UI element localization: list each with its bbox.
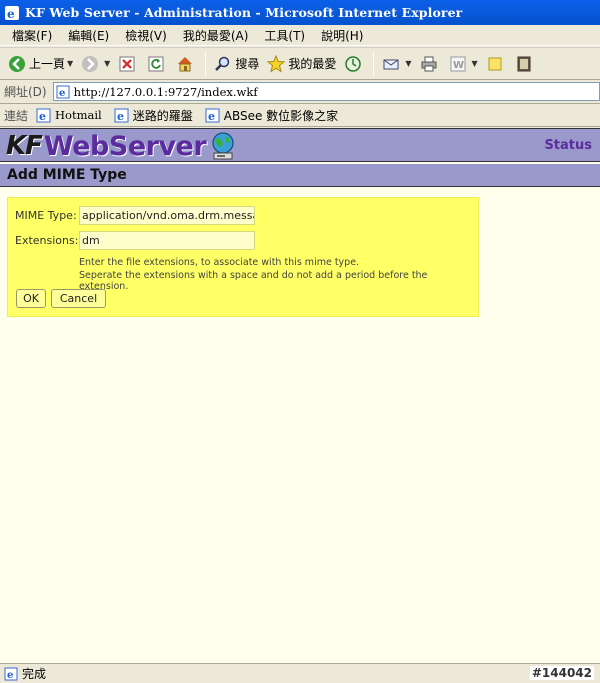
menu-bar: 檔案(F) 編輯(E) 檢視(V) 我的最愛(A) 工具(T) 說明(H)	[0, 25, 600, 46]
stop-icon	[118, 55, 136, 73]
forward-button[interactable]: ▼	[77, 51, 114, 77]
back-label: 上一頁	[29, 57, 66, 71]
forward-arrow-icon	[81, 55, 99, 73]
link-compass[interactable]: e 迷路的羅盤	[114, 107, 193, 124]
extensions-hint-line1: Enter the file extensions, to associate …	[79, 257, 360, 268]
svg-text:e: e	[117, 110, 124, 123]
word-icon: W	[449, 55, 467, 73]
cancel-button[interactable]: Cancel	[51, 289, 106, 308]
status-link[interactable]: Status	[544, 138, 592, 153]
svg-text:e: e	[39, 110, 46, 123]
link-absee[interactable]: e ABSee 數位影像之家	[205, 107, 338, 124]
menu-edit[interactable]: 編輯(E)	[60, 27, 117, 44]
book-icon	[515, 55, 533, 73]
refresh-button[interactable]	[143, 51, 172, 77]
globe-computer-icon	[212, 132, 234, 160]
mail-icon	[382, 55, 400, 73]
menu-tools[interactable]: 工具(T)	[256, 27, 313, 44]
menu-view[interactable]: 檢視(V)	[117, 27, 175, 44]
status-text: 完成	[22, 667, 47, 681]
link-label: Hotmail	[55, 108, 102, 122]
window-titlebar: e KF Web Server - Administration - Micro…	[0, 0, 600, 25]
mime-type-row: MIME Type: application/vnd.oma.drm.messa	[15, 206, 255, 225]
mime-type-label: MIME Type:	[15, 209, 77, 222]
add-mime-form: MIME Type: application/vnd.oma.drm.messa…	[7, 197, 479, 317]
dropdown-arrow-icon[interactable]: ▼	[472, 59, 478, 68]
mail-button[interactable]: ▼	[378, 51, 415, 77]
logo-webserver-text: WebServer	[43, 130, 207, 162]
internet-explorer-icon: e	[5, 5, 19, 21]
search-label: 搜尋	[235, 57, 260, 71]
home-icon	[176, 55, 194, 73]
address-label: 網址(D)	[4, 85, 47, 99]
link-label: 迷路的羅盤	[132, 108, 193, 123]
home-button[interactable]	[172, 51, 201, 77]
search-button[interactable]: 搜尋	[210, 51, 263, 77]
browser-toolbar: 上一頁 ▼ ▼ 搜尋 我的最愛 ▼ W ▼	[0, 47, 600, 80]
ok-button[interactable]: OK	[16, 289, 46, 308]
history-icon	[344, 55, 362, 73]
menu-file[interactable]: 檔案(F)	[4, 27, 60, 44]
menu-help[interactable]: 說明(H)	[313, 27, 371, 44]
favorites-button[interactable]: 我的最愛	[263, 51, 340, 77]
svg-text:e: e	[59, 88, 65, 99]
extensions-hint-line2: Seperate the extensions with a space and…	[79, 270, 428, 292]
site-header: KF WebServer Status	[0, 128, 600, 162]
printer-icon	[420, 55, 438, 73]
svg-text:e: e	[208, 110, 215, 123]
refresh-icon	[147, 55, 165, 73]
history-button[interactable]	[340, 51, 369, 77]
kf-webserver-logo[interactable]: KF WebServer	[6, 130, 238, 162]
research-button[interactable]	[511, 51, 540, 77]
links-label: 連結	[4, 108, 29, 123]
address-bar: 網址(D) e http://127.0.0.1:9727/index.wkf	[0, 80, 600, 104]
links-bar: 連結 e Hotmail e 迷路的羅盤 e ABSee 數位影像之家	[0, 104, 600, 127]
link-label: ABSee 數位影像之家	[223, 108, 339, 123]
page-icon: e	[114, 108, 129, 123]
link-hotmail[interactable]: e Hotmail	[36, 108, 102, 123]
svg-text:e: e	[7, 670, 13, 681]
status-bar: e 完成 #144042	[0, 663, 600, 683]
search-icon	[214, 55, 232, 73]
section-header: Add MIME Type	[0, 164, 600, 187]
menu-favorites[interactable]: 我的最愛(A)	[175, 27, 257, 44]
extensions-label: Extensions:	[15, 234, 79, 247]
svg-text:e: e	[7, 7, 15, 21]
dropdown-arrow-icon[interactable]: ▼	[104, 59, 110, 68]
toolbar-separator	[205, 51, 207, 76]
note-icon	[486, 55, 504, 73]
section-title: Add MIME Type	[7, 167, 127, 183]
mime-type-input[interactable]: application/vnd.oma.drm.messa	[79, 206, 255, 225]
dropdown-arrow-icon[interactable]: ▼	[405, 59, 411, 68]
back-button[interactable]: 上一頁 ▼	[4, 51, 77, 77]
page-content: KF WebServer Status Add MIME Type MIME T…	[0, 128, 600, 663]
star-icon	[267, 54, 286, 73]
logo-kf-text: KF	[6, 131, 43, 161]
back-arrow-icon	[8, 55, 26, 73]
extensions-input[interactable]: dm	[79, 231, 255, 250]
image-id-label: #144042	[529, 666, 594, 680]
page-done-icon: e	[4, 667, 18, 681]
toolbar-separator	[373, 51, 375, 76]
dropdown-arrow-icon[interactable]: ▼	[67, 59, 73, 68]
window-title: KF Web Server - Administration - Microso…	[25, 5, 463, 20]
page-icon: e	[36, 108, 51, 123]
favorites-label: 我的最愛	[288, 57, 337, 71]
print-button[interactable]	[416, 51, 445, 77]
address-url: http://127.0.0.1:9727/index.wkf	[73, 84, 258, 99]
stop-button[interactable]	[114, 51, 143, 77]
page-icon: e	[56, 85, 70, 99]
page-icon: e	[205, 108, 220, 123]
extensions-row: Extensions: dm	[15, 231, 255, 250]
address-input[interactable]: e http://127.0.0.1:9727/index.wkf	[52, 82, 600, 101]
discuss-button[interactable]	[482, 51, 511, 77]
edit-button[interactable]: W ▼	[445, 51, 482, 77]
svg-text:W: W	[453, 60, 464, 71]
